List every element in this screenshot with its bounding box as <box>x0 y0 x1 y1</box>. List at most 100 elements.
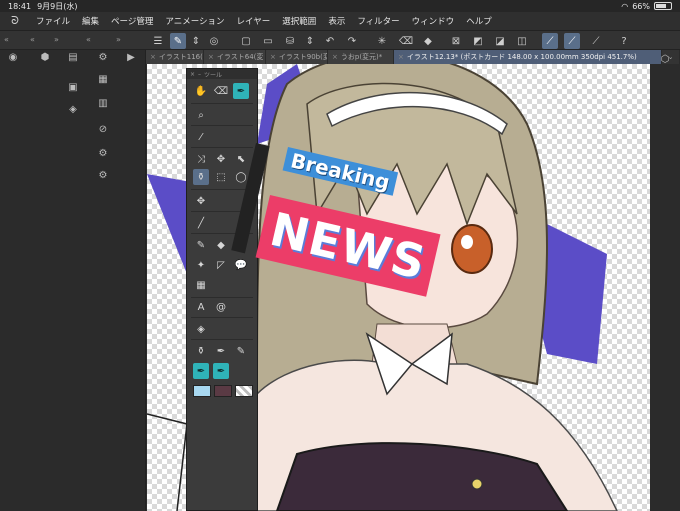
pencil-icon[interactable]: ✎ <box>233 343 249 359</box>
material-icon[interactable]: ⬢ <box>38 50 52 64</box>
close-tab-icon[interactable]: × <box>150 53 156 61</box>
document-tab-active[interactable]: × イラスト12.13* (ポストカード 148.00 x 100.00mm 35… <box>394 50 662 64</box>
eraser-icon[interactable]: ⌫ <box>398 33 414 49</box>
crop-icon[interactable]: ◩ <box>470 33 486 49</box>
tool-palette-header: × – ツール <box>187 69 257 79</box>
primary-color-swatch[interactable] <box>193 385 211 397</box>
tool-palette: × – ツール ✋ ⌫ ✒ ⌕ ⁄ ⤨ ✥ ⬉ ⚱ ⬚ ◯ ✥ ╱ ✎ ◆ ▨ … <box>186 68 258 511</box>
transform-icon[interactable]: ◪ <box>492 33 508 49</box>
auto-action-icon[interactable]: ⚙ <box>96 146 110 160</box>
gradient-icon[interactable]: ▨ <box>233 237 249 253</box>
deselect-icon[interactable]: ⊠ <box>448 33 464 49</box>
zoom-icon[interactable]: ⌕ <box>193 107 209 123</box>
menu-animation[interactable]: アニメーション <box>159 15 230 27</box>
minimize-icon[interactable]: – <box>198 71 201 78</box>
close-tab-icon[interactable]: × <box>270 53 276 61</box>
layers-stack-icon[interactable]: ⬡ <box>658 52 672 66</box>
secondary-color-swatch[interactable] <box>214 385 232 397</box>
sub-tool-icon[interactable]: ▦ <box>96 72 110 86</box>
menu-file[interactable]: ファイル <box>30 15 76 27</box>
move-icon[interactable]: ✥ <box>213 151 229 167</box>
layer-icon[interactable]: ▤ <box>66 50 80 64</box>
operation-icon[interactable]: ⤨ <box>193 151 209 167</box>
app-logo-icon[interactable]: ᘐ <box>0 14 30 28</box>
document-tab[interactable]: × イラスト90b(変 <box>266 50 328 64</box>
layers-stack-icon[interactable]: ◈ <box>66 102 80 116</box>
right-dock: ⬡ <box>650 54 680 511</box>
expand-icon[interactable]: » <box>116 35 121 44</box>
menu-view[interactable]: 表示 <box>322 15 351 27</box>
redo-icon[interactable]: ↷ <box>344 33 360 49</box>
layer-property-icon[interactable]: ⚙ <box>96 50 110 64</box>
ruler-snap-icon[interactable]: ⟋ <box>564 33 580 49</box>
hand-icon[interactable]: ✋ <box>193 83 209 99</box>
menu-selection[interactable]: 選択範囲 <box>276 15 322 27</box>
wifi-icon: ◠ <box>621 1 629 11</box>
expand-icon[interactable]: » <box>54 35 59 44</box>
eyedropper-icon[interactable]: ⁄ <box>193 129 209 145</box>
history-icon[interactable]: ⚙ <box>96 168 110 182</box>
loading-spinner-icon[interactable]: ✳ <box>374 33 390 49</box>
ruler-snap-icon[interactable]: ⟋ <box>588 33 604 49</box>
chevron-updown-icon[interactable]: ⇕ <box>188 33 204 49</box>
transparent-color-swatch[interactable] <box>235 385 253 397</box>
line-icon[interactable]: ╱ <box>193 215 209 231</box>
new-file-icon[interactable]: ▢ <box>238 33 254 49</box>
brush-tool-icon[interactable]: ✎ <box>170 33 186 49</box>
spiral-icon[interactable]: @ <box>213 299 229 315</box>
hamburger-menu-icon[interactable]: ☰ <box>150 33 166 49</box>
correct-line-icon[interactable]: ◈ <box>193 321 209 337</box>
lasso-icon[interactable]: ◯ <box>233 169 249 185</box>
tool-property-icon[interactable]: ▣ <box>66 80 80 94</box>
fill-bucket-icon[interactable]: ⚱ <box>193 169 209 185</box>
pen-icon[interactable]: ✒ <box>233 83 249 99</box>
close-tab-icon[interactable]: × <box>398 53 404 61</box>
animation-icon[interactable]: ▶ <box>124 50 138 64</box>
figure-icon[interactable]: ◸ <box>213 257 229 273</box>
selection-layer-icon[interactable]: ⬚ <box>213 169 229 185</box>
brush-size-icon[interactable]: ▥ <box>96 96 110 110</box>
expand-icon[interactable]: « <box>86 35 91 44</box>
pen-icon[interactable]: ✒ <box>213 343 229 359</box>
magic-wand-icon[interactable]: ✦ <box>193 257 209 273</box>
ruler-snap-icon[interactable]: ⟋ <box>542 33 558 49</box>
menu-filter[interactable]: フィルター <box>351 15 405 27</box>
battery-icon <box>654 2 672 10</box>
blend-icon[interactable]: ⚱ <box>193 343 209 359</box>
frame-icon[interactable]: ▦ <box>193 277 209 293</box>
menu-edit[interactable]: 編集 <box>76 15 105 27</box>
fill-icon[interactable]: ◆ <box>213 237 229 253</box>
close-tab-icon[interactable]: × <box>332 53 338 61</box>
menu-window[interactable]: ウィンドウ <box>406 15 461 27</box>
document-tab[interactable]: × イラスト64(変 <box>204 50 266 64</box>
close-tab-icon[interactable]: × <box>208 53 214 61</box>
collapse-left-icon[interactable]: « <box>4 35 9 44</box>
balloon-icon[interactable]: 💬 <box>233 257 249 273</box>
tab-label: イラスト90b(変 <box>278 53 328 61</box>
text-icon[interactable]: A <box>193 299 209 315</box>
navigator-icon[interactable]: ◉ <box>6 50 20 64</box>
collapse-left-icon[interactable]: « <box>30 35 35 44</box>
fill-icon[interactable]: ◆ <box>420 33 436 49</box>
color-wheel-icon[interactable]: ◎ <box>206 33 222 49</box>
document-tab[interactable]: × うおp(変元)* <box>328 50 394 64</box>
menu-page[interactable]: ページ管理 <box>105 15 159 27</box>
save-icon[interactable]: ⛁ <box>282 33 298 49</box>
pen-teal-icon[interactable]: ✒ <box>213 363 229 379</box>
status-time: 18:41 <box>8 1 32 11</box>
open-folder-icon[interactable]: ▭ <box>260 33 276 49</box>
document-tab[interactable]: ×イラスト116(変 <box>146 50 204 64</box>
search-layer-icon[interactable]: ⊘ <box>96 122 110 136</box>
help-icon[interactable]: ? <box>616 33 632 49</box>
undo-icon[interactable]: ↶ <box>322 33 338 49</box>
eraser-icon[interactable]: ⌫ <box>213 83 229 99</box>
menu-layer[interactable]: レイヤー <box>231 15 277 27</box>
close-icon[interactable]: × <box>190 71 195 78</box>
brush-icon[interactable]: ✎ <box>193 237 209 253</box>
chevron-updown-icon[interactable]: ⇕ <box>302 33 318 49</box>
pen-teal-icon[interactable]: ✒ <box>193 363 209 379</box>
transform-icon[interactable]: ◫ <box>514 33 530 49</box>
select-object-icon[interactable]: ⬉ <box>233 151 249 167</box>
move-layer-icon[interactable]: ✥ <box>193 193 209 209</box>
menu-help[interactable]: ヘルプ <box>460 15 498 27</box>
